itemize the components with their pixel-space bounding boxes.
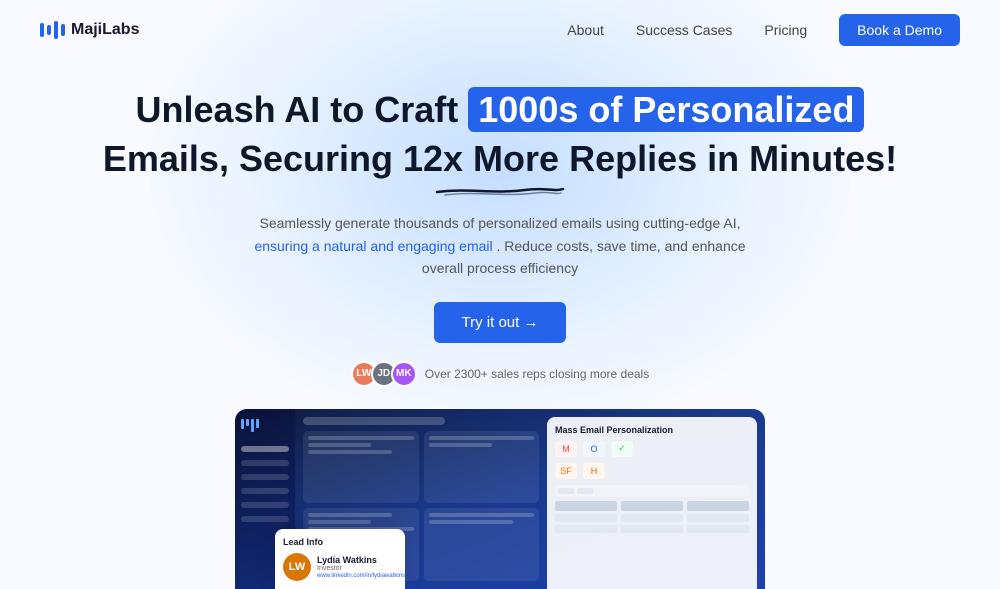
dash-table-header (555, 501, 749, 511)
social-proof-text: Over 2300+ sales reps closing more deals (425, 367, 649, 381)
email-providers-row: M O ✓ (555, 441, 749, 457)
lead-name: Lydia Watkins (317, 555, 405, 565)
dash-nav-item-4 (241, 502, 289, 508)
salesforce-icon: SF (555, 463, 577, 479)
nav-links: About Success Cases Pricing Book a Demo (567, 14, 960, 46)
nav-link-about[interactable]: About (567, 22, 604, 38)
dash-table-row-1 (555, 514, 749, 522)
dash-card-1 (303, 431, 419, 504)
dash-nav-item-2 (241, 474, 289, 480)
lead-person: LW Lydia Watkins Investor www.linkedin.c… (283, 553, 397, 581)
underline-decoration (435, 184, 565, 194)
crm-providers-row: SF H (555, 463, 749, 479)
dashboard-preview: Mass Email Personalization M O ✓ SF H (235, 409, 765, 589)
lead-card-title: Lead Info (283, 537, 397, 547)
gmail-icon: M (555, 441, 577, 457)
hubspot-icon: H (583, 463, 605, 479)
dash-table-row-2 (555, 525, 749, 533)
avatar-3: MK (391, 361, 417, 387)
hero-section: Unleash AI to Craft 1000s of Personalize… (0, 60, 1000, 387)
hero-title-line2: Emails, Securing 12x More Replies in Min… (40, 137, 960, 180)
lead-info-card: Lead Info LW Lydia Watkins Investor www.… (275, 529, 405, 589)
hero-subtitle-link[interactable]: ensuring a natural and engaging email (254, 238, 492, 254)
lead-job-title: Investor (317, 565, 405, 572)
dash-card-4 (424, 508, 540, 581)
hero-title-line1: Unleash AI to Craft 1000s of Personalize… (40, 88, 960, 131)
dash-nav-item-3 (241, 488, 289, 494)
nav-link-pricing[interactable]: Pricing (764, 22, 807, 38)
logo-icon (40, 21, 65, 39)
mass-email-title: Mass Email Personalization (555, 425, 749, 435)
dash-nav-item-5 (241, 516, 289, 522)
dash-card-2 (424, 431, 540, 504)
lead-info: Lydia Watkins Investor www.linkedin.com/… (317, 555, 405, 579)
logo[interactable]: MajiLabs (40, 21, 139, 39)
hero-subtitle-pre: Seamlessly generate thousands of persona… (260, 215, 741, 231)
nav-link-success-cases[interactable]: Success Cases (636, 22, 732, 38)
logo-text: MajiLabs (71, 21, 139, 39)
outlook-icon: O (583, 441, 605, 457)
social-proof: LW JD MK Over 2300+ sales reps closing m… (40, 361, 960, 387)
preview-wrapper: Mass Email Personalization M O ✓ SF H (0, 409, 1000, 589)
try-it-out-button[interactable]: Try it out → (434, 302, 567, 343)
hero-title-highlight: 1000s of Personalized (468, 87, 864, 132)
check-icon: ✓ (611, 441, 633, 457)
book-demo-button[interactable]: Book a Demo (839, 14, 960, 46)
hero-title-pre: Unleash AI to Craft (136, 89, 459, 130)
dash-logo (241, 419, 289, 432)
avatar-group: LW JD MK (351, 361, 417, 387)
dash-header (303, 417, 445, 425)
lead-linkedin: www.linkedin.com/in/lydiawatkins (317, 573, 405, 579)
lead-avatar: LW (283, 553, 311, 581)
dash-nav-item-1 (241, 460, 289, 466)
navbar: MajiLabs About Success Cases Pricing Boo… (0, 0, 1000, 60)
dash-nav-home (241, 446, 289, 452)
hero-subtitle: Seamlessly generate thousands of persona… (240, 212, 760, 279)
